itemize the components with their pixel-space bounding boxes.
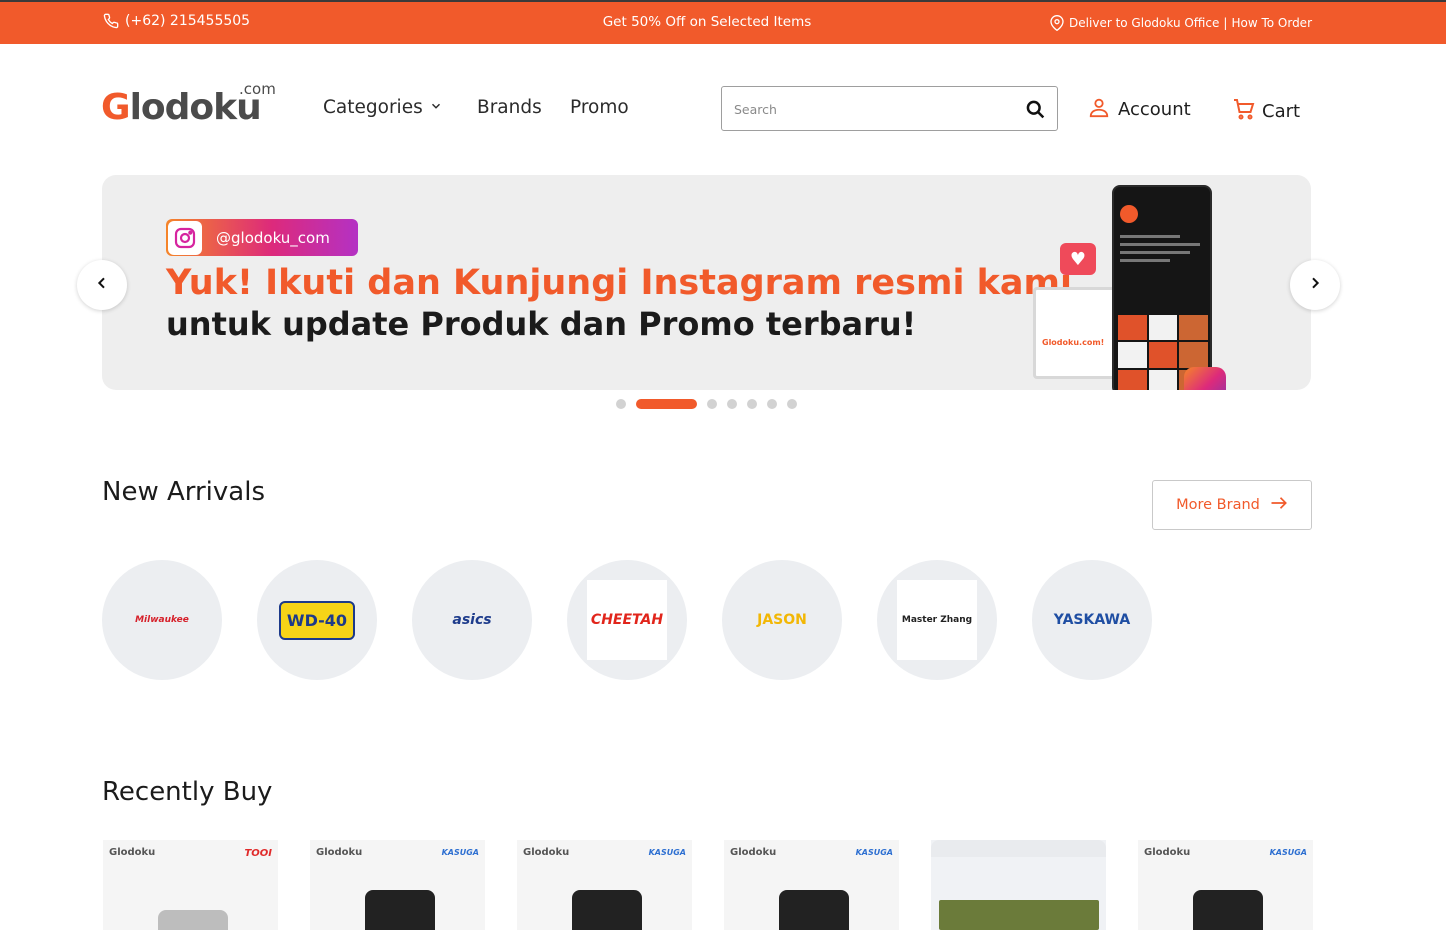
brand-logo: KASUGA xyxy=(648,848,686,857)
brand-logo: KASUGA xyxy=(1269,848,1307,857)
brand-item[interactable]: CHEETAH xyxy=(567,560,687,680)
user-icon xyxy=(1088,96,1110,123)
instagram-icon xyxy=(168,220,202,255)
store-logo: Glodoku xyxy=(316,847,363,858)
brand-logo: Master Zhang xyxy=(901,615,973,625)
carousel-dot[interactable] xyxy=(767,399,777,409)
product-image xyxy=(365,890,435,930)
carousel-indicators xyxy=(616,399,797,409)
carousel-dot[interactable] xyxy=(636,399,697,409)
site-logo[interactable]: Glodoku .com xyxy=(101,80,281,130)
brand-logo: KASUGA xyxy=(855,848,893,857)
product-image xyxy=(939,900,1099,930)
header: Glodoku .com Categories Brands Promo Acc… xyxy=(0,44,1446,174)
brand-item[interactable]: Master Zhang xyxy=(877,560,997,680)
new-arrivals-title: New Arrivals xyxy=(102,477,265,507)
search-input[interactable] xyxy=(734,99,1014,119)
hero-banner[interactable]: @glodoku_com Yuk! Ikuti dan Kunjungi Ins… xyxy=(102,175,1311,390)
brand-item[interactable]: asics xyxy=(412,560,532,680)
product-image xyxy=(572,890,642,930)
location-pin-icon xyxy=(1049,15,1065,31)
cart-link[interactable]: Cart xyxy=(1232,97,1300,126)
brand-logo: Milwaukee xyxy=(135,615,189,625)
product-image xyxy=(1193,890,1263,930)
brand-item[interactable]: JASON xyxy=(722,560,842,680)
store-logo: Glodoku xyxy=(1144,847,1191,858)
carousel-dot[interactable] xyxy=(707,399,717,409)
instagram-handle: @glodoku_com xyxy=(216,228,330,247)
account-link[interactable]: Account xyxy=(1088,96,1191,123)
carousel-dot[interactable] xyxy=(747,399,757,409)
brand-logo: TOOI xyxy=(244,848,272,859)
logo-wordmark: Glodoku xyxy=(101,87,262,128)
chevron-left-icon xyxy=(94,275,110,295)
instagram-handle-badge: @glodoku_com xyxy=(166,219,358,256)
search-box xyxy=(721,86,1058,131)
brand-logo: CHEETAH xyxy=(590,612,664,628)
store-logo: Glodoku xyxy=(523,847,570,858)
nav-categories-label: Categories xyxy=(323,97,423,118)
arrow-right-icon xyxy=(1270,496,1288,514)
brand-logo: JASON xyxy=(757,612,807,628)
brand-list: Milwaukee WD-40 asics CHEETAH JASON Master Zh… xyxy=(102,560,1152,680)
store-logo: Glodoku xyxy=(730,847,777,858)
store-logo: Glodoku xyxy=(109,847,156,858)
brand-logo: WD-40 xyxy=(278,600,356,640)
laptop-mockup-text: Glodoku.com! xyxy=(1042,338,1105,347)
carousel-dot[interactable] xyxy=(727,399,737,409)
banner-headline: Yuk! Ikuti dan Kunjungi Instagram resmi … xyxy=(166,263,1073,303)
top-bar: (+62) 215455505 Get 50% Off on Selected … xyxy=(0,0,1446,44)
nav-categories[interactable]: Categories xyxy=(323,97,443,118)
brand-item[interactable]: WD-40 xyxy=(257,560,377,680)
recently-buy-title: Recently Buy xyxy=(102,777,273,807)
search-icon[interactable] xyxy=(1025,99,1045,123)
product-image xyxy=(158,910,228,930)
cart-label: Cart xyxy=(1262,101,1301,122)
delivery-links: Deliver to Glodoku Office | How To Order xyxy=(1049,15,1312,31)
heart-icon: ♥ xyxy=(1060,243,1096,275)
carousel-next-button[interactable] xyxy=(1290,260,1340,310)
nav-promo[interactable]: Promo xyxy=(570,97,629,118)
brand-item[interactable]: Milwaukee xyxy=(102,560,222,680)
carousel-dot[interactable] xyxy=(787,399,797,409)
banner-subheadline: untuk update Produk dan Promo terbaru! xyxy=(166,305,917,343)
logo-dotcom: .com xyxy=(239,80,276,98)
card-placeholder xyxy=(931,840,1106,857)
more-brand-label: More Brand xyxy=(1176,497,1260,513)
nav-brands[interactable]: Brands xyxy=(477,97,542,118)
instagram-logo-icon xyxy=(1184,367,1226,390)
carousel-prev-button[interactable] xyxy=(77,260,127,310)
chevron-down-icon xyxy=(429,97,443,118)
brand-logo: YASKAWA xyxy=(1053,612,1131,628)
deliver-to-link[interactable]: Deliver to Glodoku Office xyxy=(1069,16,1219,30)
profile-avatar xyxy=(1120,205,1138,223)
how-to-order-link[interactable]: How To Order xyxy=(1231,16,1312,30)
brand-logo: asics xyxy=(452,612,492,628)
phone-mockup xyxy=(1112,185,1212,390)
brand-item[interactable]: YASKAWA xyxy=(1032,560,1152,680)
cart-icon xyxy=(1232,97,1256,126)
chevron-right-icon xyxy=(1307,275,1323,295)
carousel-dot[interactable] xyxy=(616,399,626,409)
brand-logo: KASUGA xyxy=(441,848,479,857)
product-image xyxy=(779,890,849,930)
more-brand-button[interactable]: More Brand xyxy=(1152,480,1312,530)
account-label: Account xyxy=(1118,99,1191,120)
separator: | xyxy=(1223,16,1228,30)
